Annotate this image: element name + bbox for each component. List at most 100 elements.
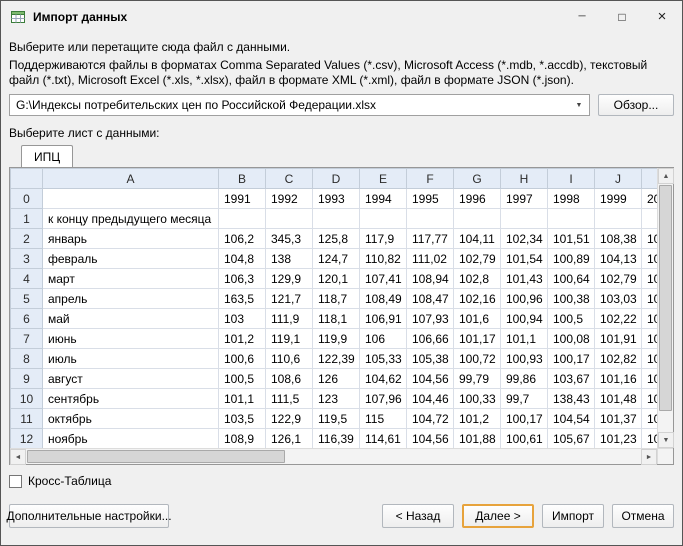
grid-cell[interactable]: 101,88: [454, 429, 501, 449]
row-header[interactable]: 5: [11, 289, 43, 309]
grid-cell[interactable]: [407, 209, 454, 229]
grid-cell[interactable]: 101,: [642, 309, 658, 329]
grid-cell[interactable]: октябрь: [43, 409, 219, 429]
grid-cell[interactable]: март: [43, 269, 219, 289]
column-header-B[interactable]: B: [219, 169, 266, 189]
grid-cell[interactable]: 100,33: [454, 389, 501, 409]
grid-cell[interactable]: 106: [360, 329, 407, 349]
grid-cell[interactable]: 104,13: [595, 249, 642, 269]
grid-cell[interactable]: 101,17: [454, 329, 501, 349]
grid-cell[interactable]: 119,1: [266, 329, 313, 349]
grid-cell[interactable]: май: [43, 309, 219, 329]
grid-cell[interactable]: 110,6: [266, 349, 313, 369]
grid-cell[interactable]: [219, 209, 266, 229]
grid-cell[interactable]: 101,: [642, 389, 658, 409]
grid-cell[interactable]: 122,9: [266, 409, 313, 429]
grid-cell[interactable]: 101,6: [454, 309, 501, 329]
grid-cell[interactable]: [501, 209, 548, 229]
grid-cell[interactable]: 101,91: [595, 329, 642, 349]
column-header-G[interactable]: G: [454, 169, 501, 189]
grid-cell[interactable]: 101,37: [595, 409, 642, 429]
grid-cell[interactable]: 100,: [642, 369, 658, 389]
grid-cell[interactable]: 102,79: [595, 269, 642, 289]
grid-cell[interactable]: ноябрь: [43, 429, 219, 449]
grid-cell[interactable]: 107,41: [360, 269, 407, 289]
grid-corner[interactable]: [11, 169, 43, 189]
grid-cell[interactable]: 100,5: [548, 309, 595, 329]
grid-cell[interactable]: 100,72: [454, 349, 501, 369]
grid-cell[interactable]: 1995: [407, 189, 454, 209]
grid-cell[interactable]: 126,1: [266, 429, 313, 449]
grid-cell[interactable]: [548, 209, 595, 229]
grid-cell[interactable]: 102,82: [595, 349, 642, 369]
grid-cell[interactable]: 108,9: [219, 429, 266, 449]
grid-cell[interactable]: июль: [43, 349, 219, 369]
grid-cell[interactable]: 101,54: [501, 249, 548, 269]
vertical-scrollbar-thumb[interactable]: [659, 185, 672, 411]
titlebar[interactable]: Импорт данных ─ □ ×: [1, 1, 682, 32]
grid-cell[interactable]: 111,9: [266, 309, 313, 329]
grid-cell[interactable]: 114,61: [360, 429, 407, 449]
grid-cell[interactable]: 1999: [595, 189, 642, 209]
grid-cell[interactable]: 125,8: [313, 229, 360, 249]
grid-cell[interactable]: 105,67: [548, 429, 595, 449]
grid-cell[interactable]: 104,8: [219, 249, 266, 269]
grid-cell[interactable]: 124,7: [313, 249, 360, 269]
grid-cell[interactable]: 100,17: [548, 349, 595, 369]
grid-cell[interactable]: 1998: [548, 189, 595, 209]
grid-cell[interactable]: 102,79: [454, 249, 501, 269]
row-header[interactable]: 3: [11, 249, 43, 269]
grid-cell[interactable]: 101,1: [219, 389, 266, 409]
grid-cell[interactable]: [454, 209, 501, 229]
row-header[interactable]: 9: [11, 369, 43, 389]
grid-cell[interactable]: 100,17: [501, 409, 548, 429]
grid-cell[interactable]: 1994: [360, 189, 407, 209]
grid-cell[interactable]: 100,38: [548, 289, 595, 309]
grid-cell[interactable]: 111,02: [407, 249, 454, 269]
grid-cell[interactable]: 100,89: [548, 249, 595, 269]
grid-cell[interactable]: 102,8: [454, 269, 501, 289]
column-header-C[interactable]: C: [266, 169, 313, 189]
grid-cell[interactable]: 126: [313, 369, 360, 389]
grid-cell[interactable]: 100,08: [548, 329, 595, 349]
tab-sheet-ipc[interactable]: ИПЦ: [21, 145, 73, 167]
scroll-down-icon[interactable]: ▼: [658, 432, 674, 448]
grid-cell[interactable]: 129,9: [266, 269, 313, 289]
grid-cell[interactable]: 122,39: [313, 349, 360, 369]
grid-cell[interactable]: 1992: [266, 189, 313, 209]
grid-cell[interactable]: 101,2: [454, 409, 501, 429]
grid-cell[interactable]: 104,62: [360, 369, 407, 389]
column-header-K[interactable]: K: [642, 169, 658, 189]
grid-cell[interactable]: 1996: [454, 189, 501, 209]
grid-cell[interactable]: [313, 209, 360, 229]
grid-cell[interactable]: 100,94: [501, 309, 548, 329]
scroll-right-icon[interactable]: ►: [641, 449, 657, 465]
grid-cell[interactable]: 101,: [642, 429, 658, 449]
column-header-E[interactable]: E: [360, 169, 407, 189]
grid-cell[interactable]: 118,1: [313, 309, 360, 329]
grid-cell[interactable]: 110,82: [360, 249, 407, 269]
grid-cell[interactable]: 1991: [219, 189, 266, 209]
grid-cell[interactable]: 123: [313, 389, 360, 409]
horizontal-scrollbar[interactable]: ◄ ►: [10, 448, 657, 464]
grid-cell[interactable]: 106,2: [219, 229, 266, 249]
row-header[interactable]: 11: [11, 409, 43, 429]
grid-cell[interactable]: 107,96: [360, 389, 407, 409]
grid-cell[interactable]: 100,5: [219, 369, 266, 389]
grid-cell[interactable]: 102,: [642, 409, 658, 429]
grid-cell[interactable]: 100,96: [501, 289, 548, 309]
grid-cell[interactable]: 200: [642, 189, 658, 209]
grid-cell[interactable]: 138: [266, 249, 313, 269]
grid-cell[interactable]: 101,48: [595, 389, 642, 409]
row-header[interactable]: 8: [11, 349, 43, 369]
browse-button[interactable]: Обзор...: [598, 94, 674, 116]
grid-cell[interactable]: 100,93: [501, 349, 548, 369]
grid-cell[interactable]: февраль: [43, 249, 219, 269]
row-header[interactable]: 2: [11, 229, 43, 249]
grid-cell[interactable]: 121,7: [266, 289, 313, 309]
grid-cell[interactable]: 103: [219, 309, 266, 329]
column-header-A[interactable]: A: [43, 169, 219, 189]
grid-cell[interactable]: 1993: [313, 189, 360, 209]
grid-cell[interactable]: 104,56: [407, 369, 454, 389]
row-header[interactable]: 10: [11, 389, 43, 409]
